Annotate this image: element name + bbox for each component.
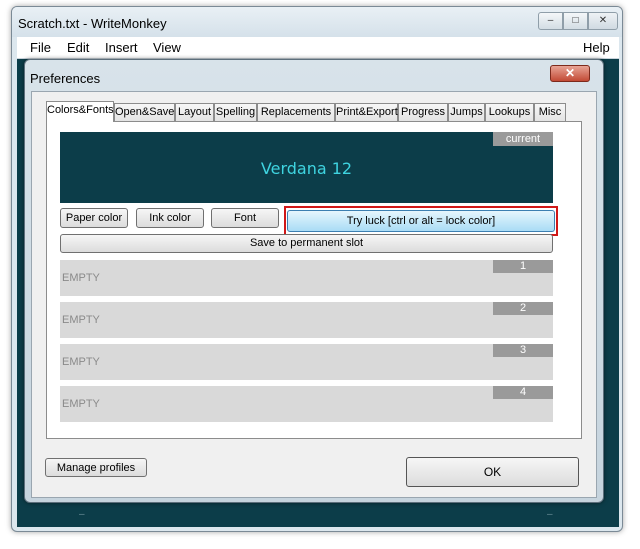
font-button[interactable]: Font (211, 208, 279, 228)
close-button[interactable]: ✕ (588, 12, 618, 30)
dialog-title: Preferences (30, 71, 101, 86)
dialog-body: Colors&Fonts Open&Save Layout Spelling R… (31, 91, 597, 498)
dialog-close-button[interactable]: ✕ (550, 65, 590, 82)
tab-colors-fonts[interactable]: Colors&Fonts (46, 101, 114, 122)
menu-help[interactable]: Help (583, 40, 610, 55)
menu-file[interactable]: File (30, 40, 51, 55)
editor-margin-mark-right: ‒ (547, 509, 553, 520)
tab-replacements[interactable]: Replacements (257, 103, 335, 121)
close-icon: ✕ (564, 66, 576, 80)
save-permanent-slot-button[interactable]: Save to permanent slot (60, 234, 553, 253)
menu-insert[interactable]: Insert (105, 40, 138, 55)
slot-number: 2 (493, 302, 553, 315)
maximize-button[interactable]: □ (563, 12, 588, 30)
current-badge: current (493, 132, 553, 146)
menu-bar: File Edit Insert View Help (17, 37, 619, 59)
colors-fonts-panel: current Verdana 12 Paper color Ink color… (46, 121, 582, 439)
title-bar[interactable]: Scratch.txt - WriteMonkey ‒ □ ✕ (12, 7, 622, 37)
slot-empty-label: EMPTY (62, 356, 100, 368)
tab-open-save[interactable]: Open&Save (114, 103, 175, 121)
tab-print-export[interactable]: Print&Export (335, 103, 398, 121)
tab-lookups[interactable]: Lookups (485, 103, 534, 121)
tab-spelling[interactable]: Spelling (214, 103, 257, 121)
tab-layout[interactable]: Layout (175, 103, 214, 121)
tab-progress[interactable]: Progress (398, 103, 448, 121)
slot-empty-label: EMPTY (62, 398, 100, 410)
paper-color-button[interactable]: Paper color (60, 208, 128, 228)
tab-jumps[interactable]: Jumps (448, 103, 485, 121)
slot-number: 4 (493, 386, 553, 399)
ink-color-button[interactable]: Ink color (136, 208, 204, 228)
color-slot-3[interactable]: EMPTY 3 (60, 344, 553, 380)
color-slot-2[interactable]: EMPTY 2 (60, 302, 553, 338)
font-preview: current Verdana 12 (60, 132, 553, 203)
ok-button[interactable]: OK (406, 457, 579, 487)
slot-empty-label: EMPTY (62, 272, 100, 284)
minimize-button[interactable]: ‒ (538, 12, 563, 30)
menu-edit[interactable]: Edit (67, 40, 89, 55)
maximize-icon: □ (572, 15, 579, 26)
slot-number: 1 (493, 260, 553, 273)
menu-view[interactable]: View (153, 40, 181, 55)
minimize-icon: ‒ (547, 15, 554, 26)
color-slot-1[interactable]: EMPTY 1 (60, 260, 553, 296)
highlight-annotation (284, 206, 558, 236)
tab-misc[interactable]: Misc (534, 103, 566, 121)
close-icon: ✕ (598, 15, 608, 26)
slot-number: 3 (493, 344, 553, 357)
editor-margin-mark-left: ‒ (79, 509, 85, 520)
preferences-dialog: Preferences ✕ Colors&Fonts Open&Save Lay… (24, 59, 604, 503)
window-title: Scratch.txt - WriteMonkey (18, 16, 167, 31)
slot-empty-label: EMPTY (62, 314, 100, 326)
color-slot-4[interactable]: EMPTY 4 (60, 386, 553, 422)
manage-profiles-button[interactable]: Manage profiles (45, 458, 147, 477)
font-preview-label: Verdana 12 (260, 159, 353, 178)
